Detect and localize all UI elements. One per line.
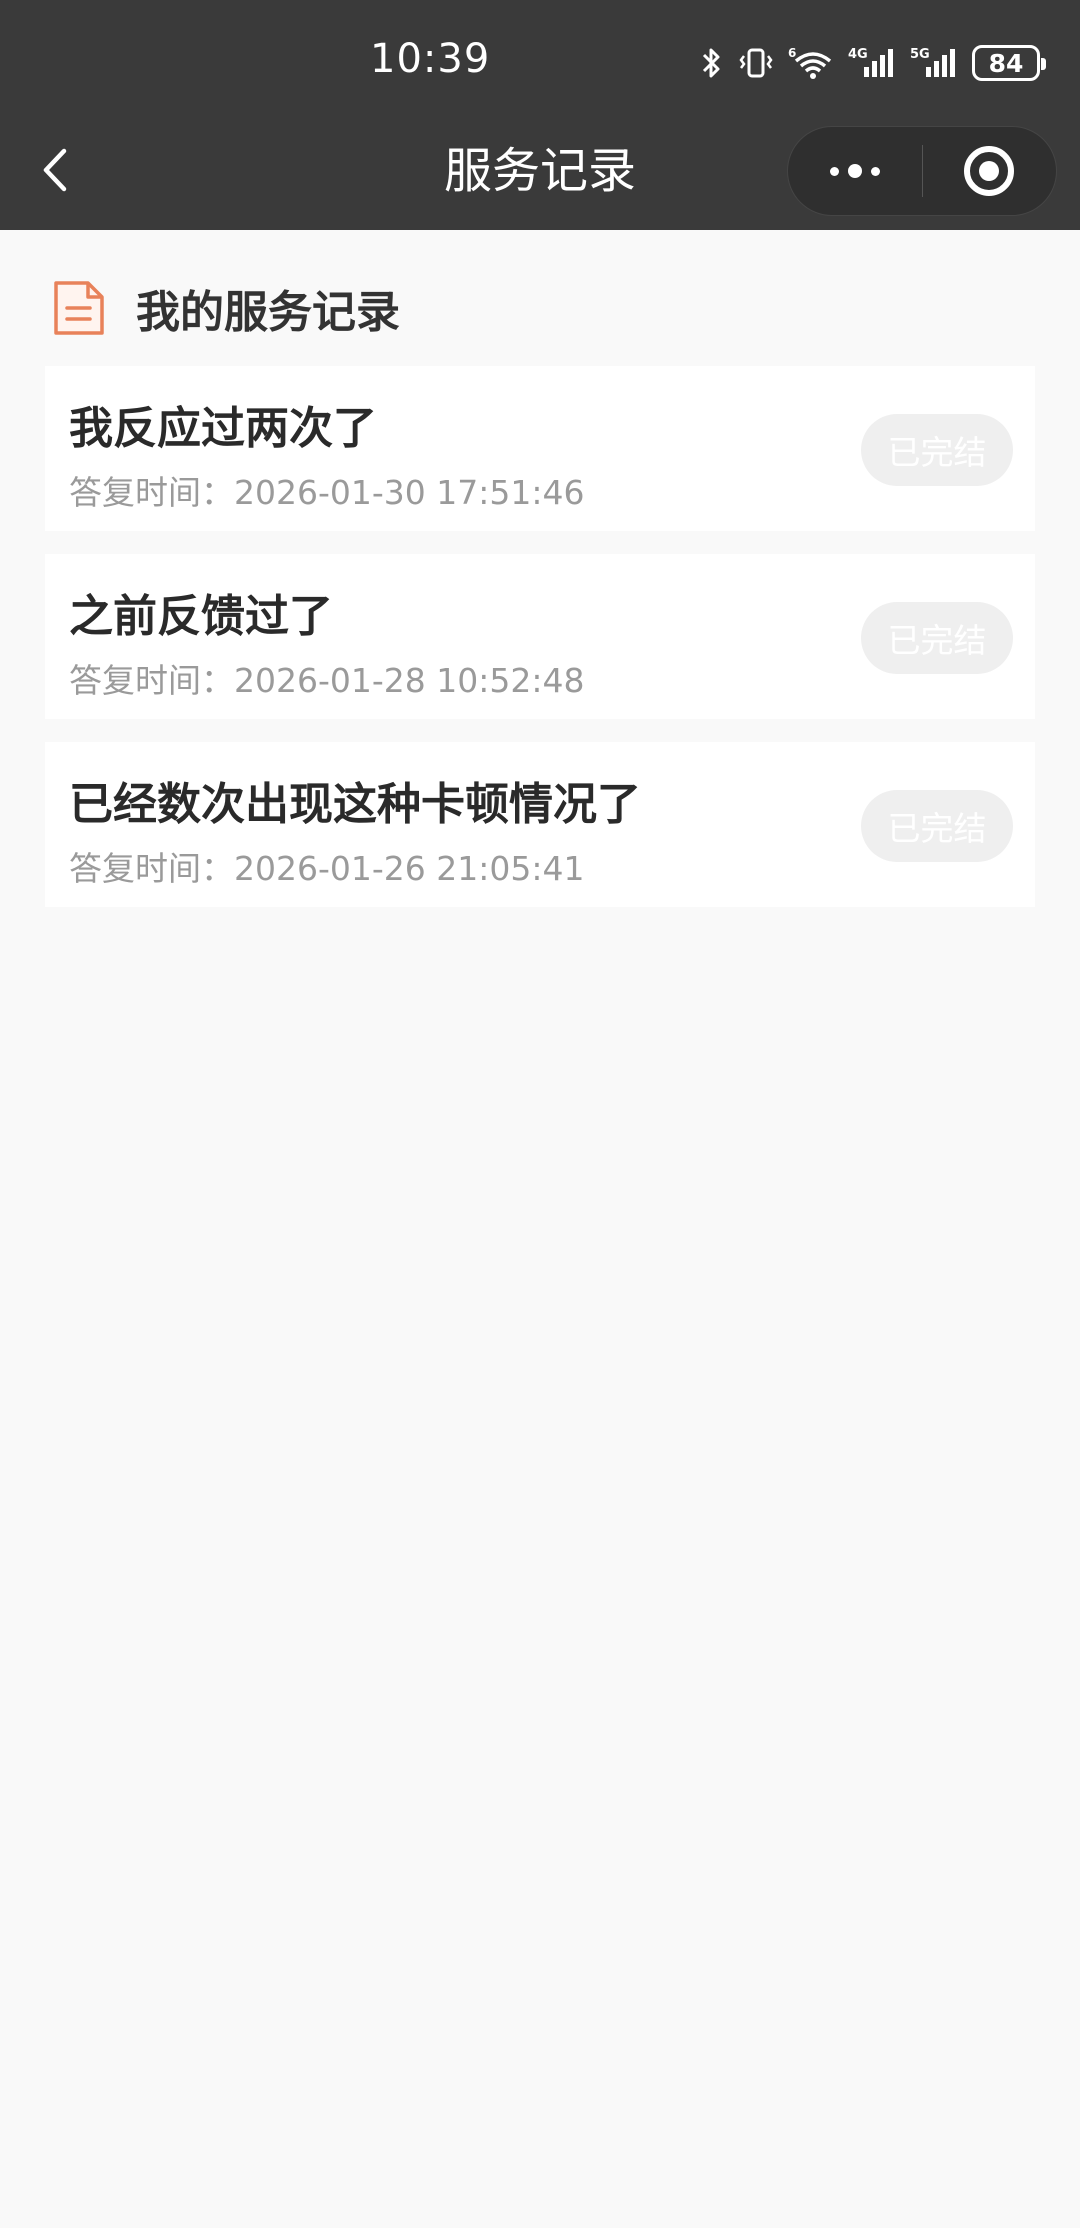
status-badge: 已完结 [861, 602, 1013, 674]
status-badge: 已完结 [861, 414, 1013, 486]
section-header: 我的服务记录 [52, 278, 400, 338]
target-circle-icon [964, 146, 1015, 196]
wifi-icon: 6 [788, 46, 832, 79]
signal-4g-icon: 4G [848, 47, 893, 77]
more-dots-icon [829, 164, 880, 178]
vibrate-icon [739, 48, 773, 78]
top-bar: 10:39 6 4G 5G 84 服务记录 [0, 0, 1080, 230]
status-icons: 6 4G 5G 84 [700, 40, 1046, 86]
wifi-standard-label: 6 [788, 46, 796, 60]
record-reply-time: 答复时间：2026-01-26 21:05:41 [69, 842, 584, 890]
record-reply-time: 答复时间：2026-01-30 17:51:46 [69, 466, 584, 514]
bluetooth-icon [702, 48, 720, 78]
record-list: 我反应过两次了 答复时间：2026-01-30 17:51:46 已完结 之前反… [45, 366, 1035, 930]
record-title: 我反应过两次了 [69, 403, 377, 454]
record-title: 已经数次出现这种卡顿情况了 [69, 779, 641, 830]
record-reply-time: 答复时间：2026-01-28 10:52:48 [69, 654, 584, 702]
more-button[interactable] [788, 126, 922, 216]
signal-5g-icon: 5G [910, 47, 955, 77]
sim1-network-label: 4G [848, 47, 868, 62]
reply-time-value: 2026-01-28 10:52:48 [234, 661, 585, 700]
record-item[interactable]: 之前反馈过了 答复时间：2026-01-28 10:52:48 已完结 [45, 554, 1035, 719]
mini-program-capsule [787, 126, 1057, 216]
document-icon [54, 281, 104, 335]
reply-label: 答复时间： [69, 661, 234, 700]
sim2-network-label: 5G [910, 47, 930, 62]
close-button[interactable] [923, 126, 1057, 216]
status-badge: 已完结 [861, 790, 1013, 862]
battery-level: 84 [988, 48, 1024, 78]
reply-label: 答复时间： [69, 473, 234, 512]
record-title: 之前反馈过了 [69, 591, 333, 642]
battery-icon: 84 [972, 45, 1046, 81]
reply-label: 答复时间： [69, 849, 234, 888]
record-item[interactable]: 我反应过两次了 答复时间：2026-01-30 17:51:46 已完结 [45, 366, 1035, 531]
section-title: 我的服务记录 [136, 287, 400, 338]
reply-time-value: 2026-01-26 21:05:41 [234, 849, 585, 888]
reply-time-value: 2026-01-30 17:51:46 [234, 473, 585, 512]
record-item[interactable]: 已经数次出现这种卡顿情况了 答复时间：2026-01-26 21:05:41 已… [45, 742, 1035, 907]
status-time: 10:39 [370, 36, 491, 82]
